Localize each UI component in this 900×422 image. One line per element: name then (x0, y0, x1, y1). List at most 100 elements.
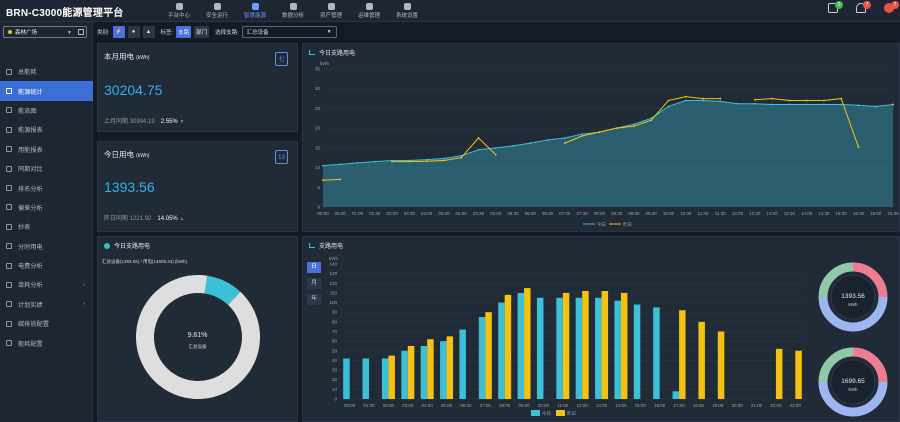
today-point (633, 123, 635, 126)
up-arrow-icon: ▲ (179, 216, 185, 222)
sidebar-item-5[interactable]: 同期对比 (0, 159, 93, 178)
today-bar (556, 297, 563, 399)
x-tick-label: 01:00 (363, 403, 375, 408)
menu-icon (6, 146, 12, 153)
yesterday-bar (485, 312, 492, 399)
sidebar-item-1[interactable]: 能源统计 (0, 81, 93, 101)
nav-safety[interactable]: 安全运行 (198, 0, 236, 22)
tag-dept-button[interactable]: 部门 (194, 26, 210, 38)
yesterday-point (425, 160, 428, 163)
sidebar-item-10[interactable]: 电费分析 (0, 256, 93, 275)
yesterday-bar (698, 321, 705, 399)
kpi-day-value: 1393.56 (104, 179, 155, 195)
sidebar-item-11[interactable]: 单耗分析 › (0, 275, 93, 294)
today-bar (401, 350, 408, 399)
x-tick-label: 05:00 (490, 211, 502, 216)
kpi-day-change: 14.05% (157, 216, 178, 222)
today-bar (478, 317, 486, 399)
x-tick-label: 00:30 (335, 211, 347, 216)
x-tick-label: 06:00 (525, 211, 537, 216)
menu-icon (6, 320, 12, 327)
sidebar-item-2[interactable]: 能流图 (0, 101, 93, 120)
x-tick-label: 15:00 (635, 403, 647, 408)
nav-settings[interactable]: 系统设置 (388, 0, 426, 22)
x-tick-label: 16:00 (654, 403, 666, 408)
yesterday-point (667, 99, 670, 102)
kpi-month-compare-label: 上月同期 (104, 119, 129, 125)
yesterday-point (391, 160, 393, 163)
x-tick-label: 22:00 (770, 403, 782, 408)
legend-today: 今日 (542, 410, 551, 417)
avatar[interactable]: 7 (884, 1, 899, 13)
y-tick-label: 20 (332, 377, 338, 382)
x-tick-label: 12:00 (577, 403, 589, 408)
electric-type-button[interactable]: ⚡ (112, 26, 125, 38)
yesterday-bar (407, 345, 415, 399)
y-tick-label: 120 (329, 281, 337, 286)
sidebar-menu: 总能耗 能源统计 能流图能源报表用能报表同期对比排名分析 偏差分析 抄表 分时用电电费分析… (0, 62, 93, 353)
sidebar-item-label: 电费分析 (18, 263, 43, 271)
sidebar-item-8[interactable]: 抄表 (0, 217, 93, 236)
platform-icon (175, 3, 183, 10)
sidebar-item-label: 同期对比 (18, 166, 43, 174)
branch-select[interactable]: 汇总设备 ▼ (241, 26, 337, 38)
sidebar-item-9[interactable]: 分时用电 (0, 237, 93, 256)
calendar-icon: 13 (275, 150, 288, 164)
today-point (702, 99, 704, 102)
x-tick-label: 10:00 (538, 403, 550, 408)
sidebar-item-13[interactable]: 碳排放配置 (0, 314, 93, 333)
nav-ops[interactable]: 运维管理 (350, 0, 388, 22)
yesterday-point (598, 131, 601, 133)
nav-platform[interactable]: 平台中心 (160, 0, 198, 22)
today-point (581, 133, 583, 135)
nav-analysis[interactable]: 数据分析 (274, 0, 312, 22)
sidebar-item-4[interactable]: 用能报表 (0, 140, 93, 159)
today-bar (381, 358, 389, 399)
sidebar-item-7[interactable]: 偏差分析 (0, 198, 93, 217)
today-bar (633, 304, 641, 399)
y-tick-label: 90 (332, 310, 338, 315)
mail-icon[interactable]: 0 (828, 1, 843, 13)
top-bar: BRN-C3000能源管理平台 平台中心 安全运行 智慧能源 数据分析 资产管理… (0, 0, 900, 22)
gas-type-button[interactable]: ▲ (142, 26, 155, 38)
sidebar-item-14[interactable]: 能耗配置 (0, 333, 93, 352)
yesterday-bar (388, 355, 395, 399)
menu-icon (6, 340, 12, 347)
pie-percent: 9.61% (187, 332, 208, 339)
y-tick-label: 140 (329, 262, 337, 267)
kpi-month-title: 本月用电 (104, 52, 134, 61)
sidebar-item-6[interactable]: 排名分析 (0, 178, 93, 197)
yesterday-bar (679, 310, 686, 399)
filter-bar: 类别: ⚡ ● ▲ 标签: 支路 部门 选择支路: 汇总设备 ▼ (97, 26, 337, 38)
nav-assets[interactable]: 资产管理 (312, 0, 350, 22)
branch-label: 选择支路: (215, 30, 239, 36)
grid-icon[interactable] (78, 29, 84, 35)
pie-chart (136, 275, 260, 399)
yesterday-point (339, 178, 342, 181)
y-tick-label: 30 (332, 368, 338, 373)
y-tick-label: 10 (332, 387, 338, 392)
menu-icon (6, 165, 12, 172)
legend-yesterday: 昨日 (567, 410, 576, 417)
today-point (788, 103, 791, 106)
x-tick-label: 02:00 (383, 403, 395, 408)
nav-energy[interactable]: 智慧能源 (236, 0, 274, 22)
sidebar-item-label: 能源报表 (18, 127, 43, 135)
today-point (425, 158, 428, 161)
x-tick-label: 15:00 (836, 211, 848, 216)
today-bar (595, 297, 602, 399)
sidebar-item-label: 单耗分析 (18, 282, 43, 290)
sidebar-item-0[interactable]: 总能耗 (0, 62, 93, 81)
x-tick-label: 12:00 (732, 211, 744, 216)
sidebar-item-12[interactable]: 计划实绩 › (0, 295, 93, 314)
today-bar (362, 358, 370, 399)
legend-today: 今日 (597, 221, 606, 228)
y-tick-label: 5 (317, 185, 320, 190)
tag-branch-button[interactable]: 支路 (176, 26, 192, 38)
water-type-button[interactable]: ● (127, 26, 140, 38)
sidebar-item-3[interactable]: 能源报表 (0, 120, 93, 139)
bell-icon[interactable]: 7 (856, 1, 871, 13)
y-axis-label: kWh (329, 256, 338, 261)
site-select[interactable]: 森林广场 ▼ (3, 26, 87, 38)
menu-icon (6, 281, 12, 288)
